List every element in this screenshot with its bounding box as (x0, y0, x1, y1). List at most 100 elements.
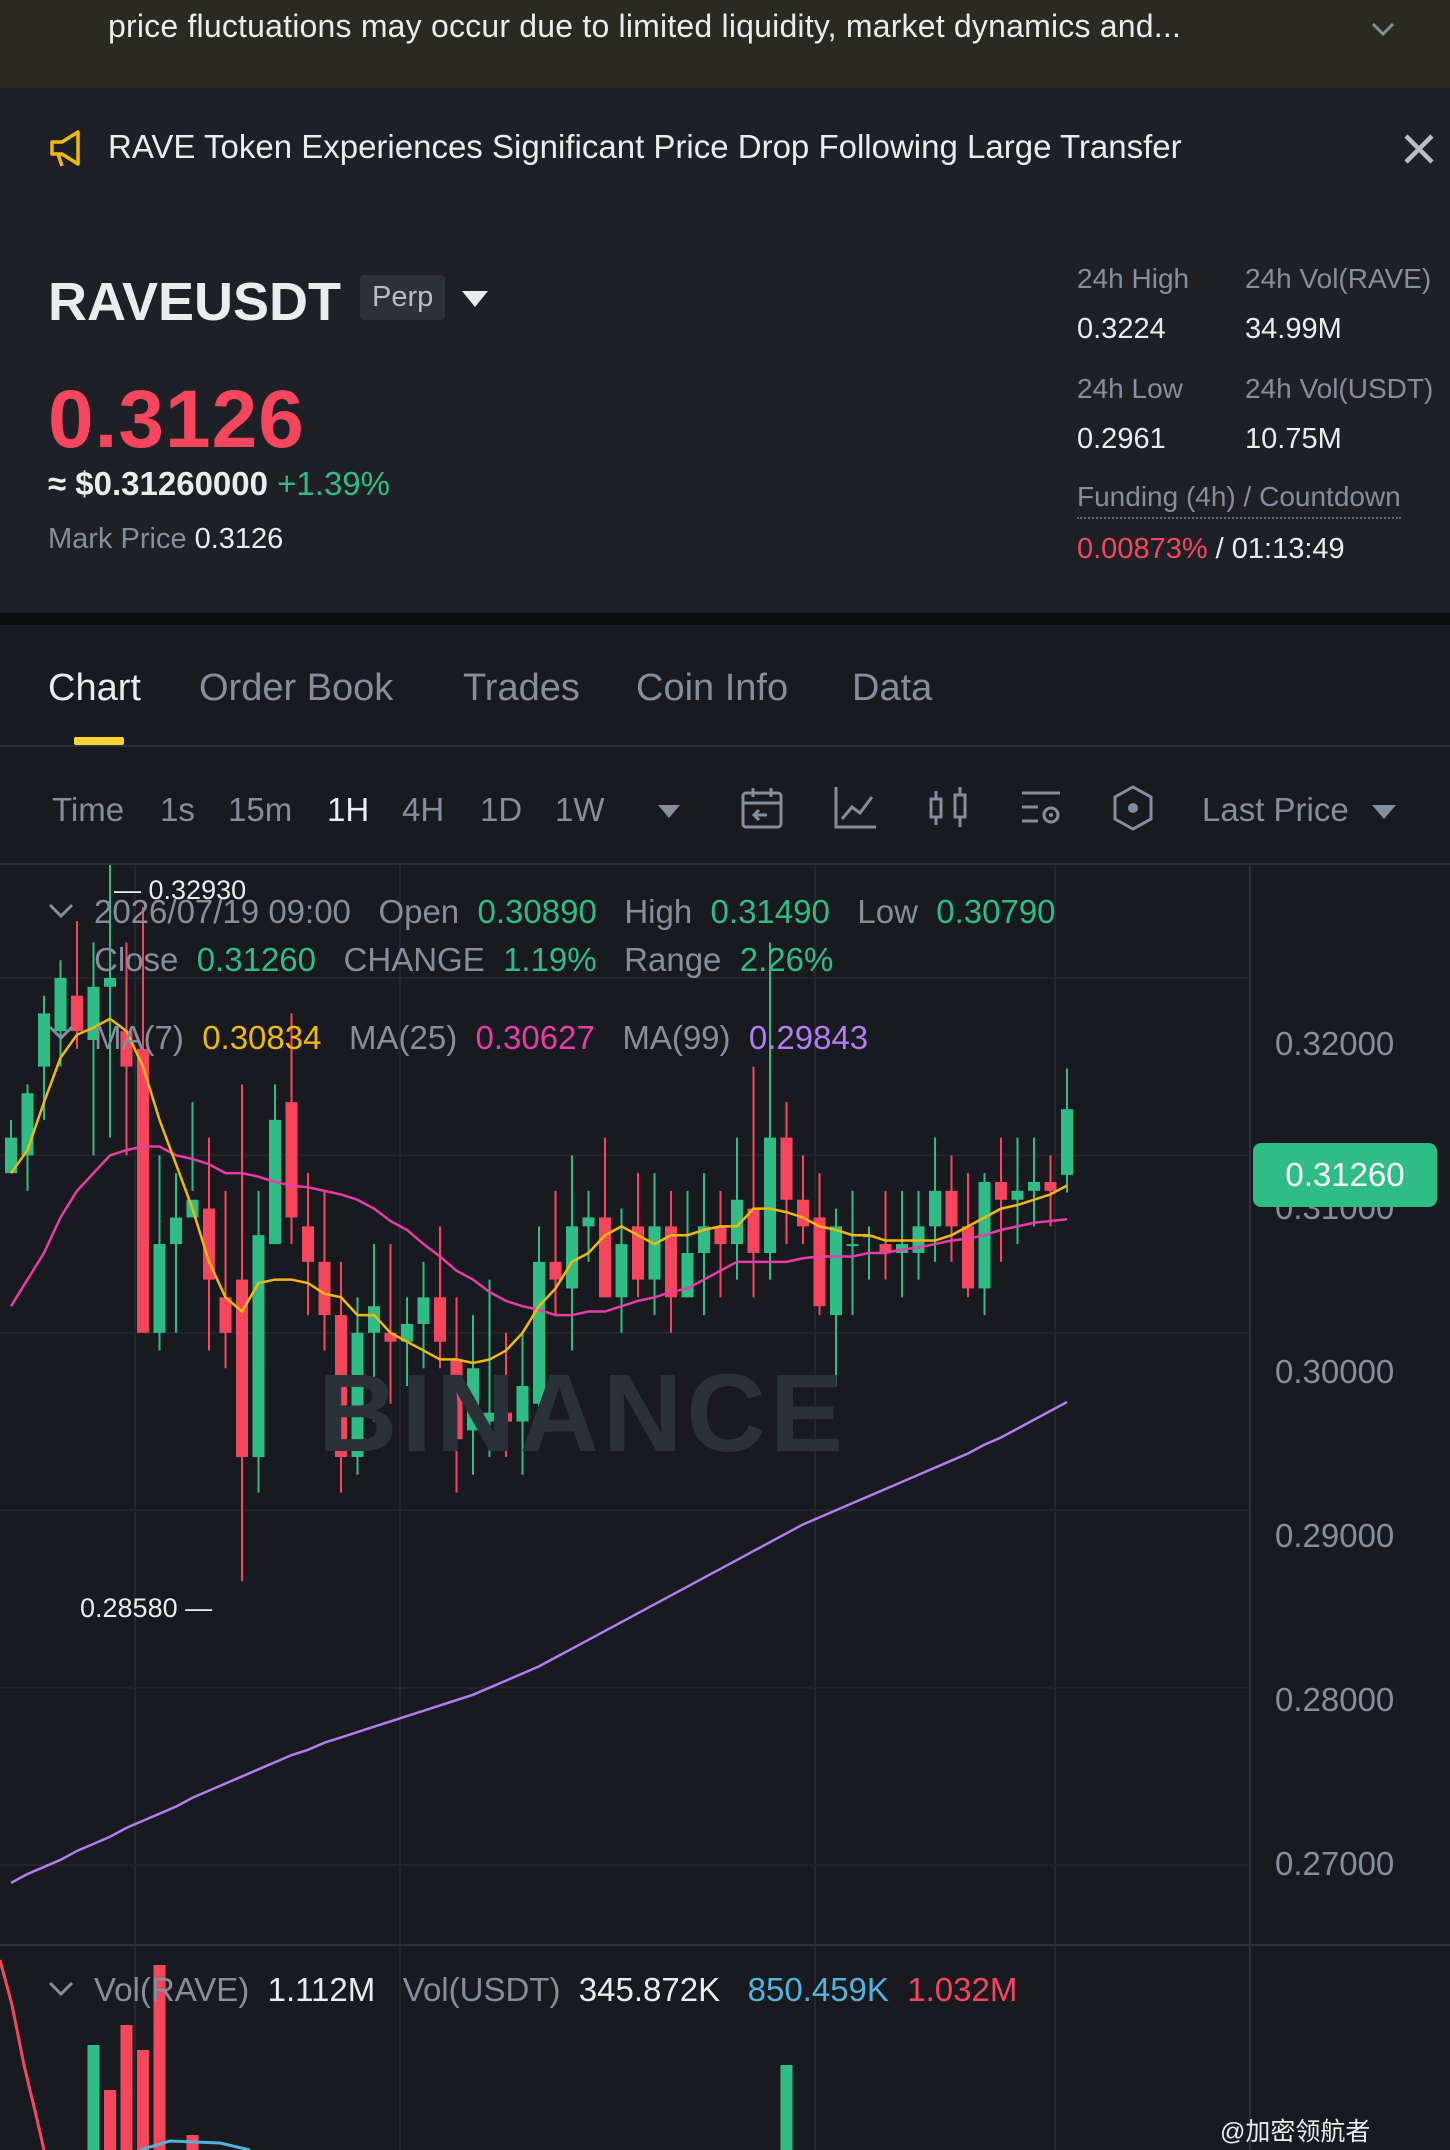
volume-bar (104, 2090, 116, 2150)
usd-price: ≈ $0.31260000 (48, 465, 268, 502)
candle-body (599, 1217, 611, 1298)
vol-usdt-value-chart: 345.872K (578, 1971, 721, 2008)
watermark-credit: @加密领航者 (1220, 2118, 1371, 2146)
mark-price-label: Mark Price (48, 523, 187, 555)
close-label: Close (94, 941, 179, 978)
timeframe-more-icon[interactable] (658, 805, 680, 818)
candle-body (252, 1235, 265, 1458)
ma25-label: MA(25) (349, 1019, 458, 1056)
close-value: 0.31260 (196, 941, 317, 978)
chart-grid (0, 865, 1450, 2150)
candle-body (318, 1261, 331, 1316)
tab-bar: Chart Order Book Trades Coin Info Data (0, 625, 1450, 747)
ma-collapse-chevron-icon[interactable] (46, 1017, 76, 1047)
candle-body (1028, 1181, 1040, 1191)
risk-banner[interactable]: price fluctuations may occur due to limi… (0, 0, 1450, 88)
candle-body (830, 1226, 842, 1316)
candle-body (797, 1199, 809, 1227)
volume-legend[interactable]: Vol(RAVE) 1.112M Vol(USDT) 345.872K 850.… (94, 1971, 1017, 2009)
candle-body (566, 1226, 578, 1289)
mark-price-line: Mark Price 0.3126 (48, 523, 283, 556)
candle-body (21, 1093, 34, 1156)
ma-legend[interactable]: MA(7) 0.30834 MA(25) 0.30627 MA(99) 0.29… (94, 1019, 868, 1057)
tab-chart[interactable]: Chart (48, 667, 141, 710)
candlestick-chart[interactable] (0, 865, 1450, 2150)
depth-icon[interactable] (1108, 783, 1158, 833)
candle-body (681, 1252, 694, 1298)
low-value-ohlc: 0.30790 (936, 893, 1056, 930)
candle-body (648, 1226, 661, 1280)
news-headline[interactable]: RAVE Token Experiences Significant Price… (108, 128, 1182, 166)
symbol-name[interactable]: RAVEUSDT (48, 271, 341, 333)
binance-watermark: BINANCE (318, 1352, 848, 1475)
candle-body (137, 1048, 149, 1333)
ma25-value: 0.30627 (475, 1019, 595, 1056)
candle-body (219, 1297, 232, 1333)
candle-body (417, 1297, 430, 1324)
price-source-caret-icon[interactable] (1372, 805, 1396, 819)
candle-body (153, 1244, 166, 1333)
open-value: 0.30890 (477, 893, 597, 930)
funding-value: 0.00873% / 01:13:49 (1077, 533, 1345, 566)
candle-body (764, 1137, 776, 1253)
range-value: 2.26% (739, 941, 834, 978)
high-label: 24h High (1077, 263, 1190, 294)
close-icon[interactable] (1396, 126, 1442, 172)
candle-body (929, 1190, 941, 1227)
candle-body (945, 1190, 958, 1227)
timeframe-time[interactable]: Time (52, 791, 124, 829)
high-value-ohlc: 0.31490 (710, 893, 830, 930)
range-label: Range (624, 941, 722, 978)
timeframe-15m[interactable]: 15m (228, 791, 292, 829)
timeframe-1w[interactable]: 1W (555, 791, 605, 829)
y-tick-label: 0.29000 (1275, 1517, 1395, 1554)
timeframe-4h[interactable]: 4H (402, 791, 444, 829)
vol-usdt-value: 10.75M (1245, 423, 1342, 455)
low-label: 24h Low (1077, 373, 1183, 404)
low-value: 0.2961 (1077, 423, 1166, 455)
funding-label[interactable]: Funding (4h) / Countdown (1077, 481, 1401, 519)
last-price: 0.3126 (48, 374, 305, 465)
high-marker: — 0.32930 (114, 875, 247, 905)
candle-body (434, 1297, 446, 1342)
chart-toolbar: Time 1s 15m 1H 4H 1D 1W Last Price (0, 747, 1450, 865)
high-value: 0.3224 (1077, 313, 1166, 345)
y-tick-label: 0.28000 (1275, 1681, 1395, 1718)
usd-price-line: ≈ $0.31260000 +1.39% (48, 465, 390, 503)
indicator-icon[interactable] (830, 783, 880, 833)
collapse-chevron-icon[interactable] (46, 895, 76, 925)
ma7-value: 0.30834 (202, 1019, 322, 1056)
low-marker-value: 0.28580 (80, 1593, 178, 1623)
open-label: Open (378, 893, 460, 930)
news-bar[interactable]: RAVE Token Experiences Significant Price… (0, 88, 1450, 213)
ma99-value: 0.29843 (748, 1019, 869, 1056)
timeframe-1d[interactable]: 1D (480, 791, 522, 829)
candle-body (747, 1208, 760, 1253)
vol-rave-label-chart: Vol(RAVE) (94, 1971, 250, 2008)
candle-body (813, 1217, 826, 1307)
timeframe-1s[interactable]: 1s (160, 791, 195, 829)
tab-order-book[interactable]: Order Book (199, 667, 393, 710)
chart-area[interactable]: BINANCE 2026/07/19 09:00 Open 0.30890 Hi… (0, 865, 1450, 2150)
vol-usdt-label: 24h Vol(USDT) (1245, 373, 1434, 404)
candle-body (714, 1226, 727, 1245)
candle-body (170, 1217, 182, 1245)
tab-data[interactable]: Data (852, 667, 932, 710)
volume-collapse-chevron-icon[interactable] (46, 1973, 76, 2003)
candle-body (780, 1137, 793, 1200)
calendar-icon[interactable] (737, 783, 787, 833)
chevron-down-icon[interactable] (1368, 14, 1398, 44)
candle-body (302, 1226, 314, 1262)
caret-down-icon[interactable] (462, 291, 488, 307)
funding-separator: / (1207, 533, 1232, 565)
chart-settings-icon[interactable] (1016, 783, 1066, 833)
change-label: CHANGE (343, 941, 485, 978)
candle-body (962, 1226, 974, 1289)
tab-coin-info[interactable]: Coin Info (636, 667, 788, 710)
timeframe-1h[interactable]: 1H (327, 791, 369, 829)
last-price-tag: 0.31260 (1253, 1143, 1437, 1207)
candle-type-icon[interactable] (923, 783, 973, 833)
price-source-select[interactable]: Last Price (1202, 791, 1349, 829)
tab-trades[interactable]: Trades (463, 667, 580, 710)
candle-body (1044, 1181, 1057, 1191)
